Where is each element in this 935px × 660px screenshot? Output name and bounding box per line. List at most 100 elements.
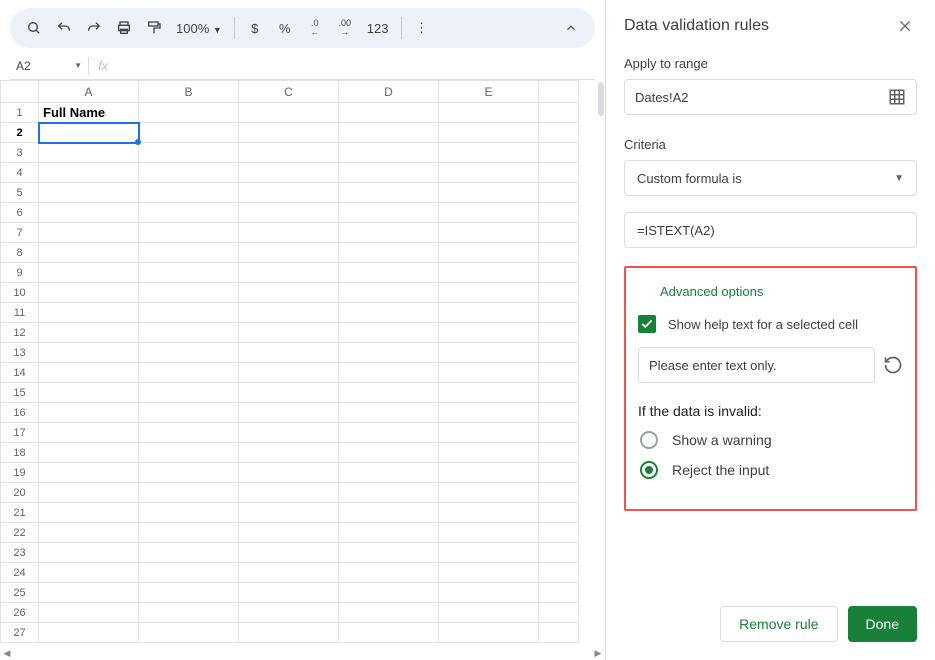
row-header[interactable]: 19 bbox=[1, 463, 39, 483]
cell[interactable] bbox=[439, 583, 539, 603]
cell[interactable] bbox=[439, 263, 539, 283]
cell[interactable] bbox=[539, 503, 579, 523]
row-header[interactable]: 2 bbox=[1, 123, 39, 143]
cell[interactable] bbox=[339, 343, 439, 363]
cell[interactable] bbox=[439, 523, 539, 543]
cell[interactable] bbox=[239, 103, 339, 123]
more-options-icon[interactable]: ⋮ bbox=[408, 14, 436, 42]
name-box[interactable]: A2 ▼ bbox=[10, 55, 88, 77]
cell[interactable] bbox=[539, 383, 579, 403]
cell[interactable] bbox=[439, 483, 539, 503]
column-header[interactable]: A bbox=[39, 81, 139, 103]
cell[interactable] bbox=[439, 343, 539, 363]
cell[interactable] bbox=[339, 163, 439, 183]
paint-format-icon[interactable] bbox=[140, 14, 168, 42]
cell[interactable] bbox=[239, 123, 339, 143]
cell[interactable] bbox=[539, 363, 579, 383]
cell[interactable] bbox=[539, 343, 579, 363]
cell[interactable] bbox=[139, 383, 239, 403]
cell[interactable] bbox=[339, 283, 439, 303]
cell[interactable] bbox=[139, 563, 239, 583]
cell[interactable] bbox=[39, 383, 139, 403]
undo-icon[interactable] bbox=[50, 14, 78, 42]
cell[interactable] bbox=[39, 163, 139, 183]
cell[interactable] bbox=[239, 403, 339, 423]
cell[interactable] bbox=[139, 543, 239, 563]
cell[interactable] bbox=[239, 243, 339, 263]
cell[interactable] bbox=[139, 143, 239, 163]
increase-decimal-button[interactable]: .00→ bbox=[331, 14, 359, 42]
cell[interactable] bbox=[239, 303, 339, 323]
cell[interactable] bbox=[239, 223, 339, 243]
currency-format-button[interactable]: $ bbox=[241, 14, 269, 42]
cell[interactable] bbox=[139, 603, 239, 623]
cell[interactable] bbox=[439, 443, 539, 463]
cell[interactable] bbox=[239, 463, 339, 483]
cell[interactable] bbox=[39, 203, 139, 223]
decrease-decimal-button[interactable]: .0← bbox=[301, 14, 329, 42]
close-icon[interactable] bbox=[893, 14, 917, 38]
cell[interactable] bbox=[239, 523, 339, 543]
range-field[interactable] bbox=[624, 79, 917, 115]
cell[interactable] bbox=[139, 523, 239, 543]
vertical-scrollbar[interactable] bbox=[598, 82, 604, 116]
cell[interactable] bbox=[139, 363, 239, 383]
cell[interactable] bbox=[339, 203, 439, 223]
cell[interactable] bbox=[39, 483, 139, 503]
cell[interactable] bbox=[39, 263, 139, 283]
cell[interactable] bbox=[139, 223, 239, 243]
cell[interactable] bbox=[339, 603, 439, 623]
cell[interactable] bbox=[339, 483, 439, 503]
help-text-checkbox[interactable] bbox=[638, 315, 656, 333]
cell[interactable] bbox=[339, 303, 439, 323]
cell[interactable] bbox=[239, 583, 339, 603]
cell[interactable] bbox=[39, 403, 139, 423]
cell[interactable] bbox=[339, 423, 439, 443]
cell[interactable] bbox=[439, 463, 539, 483]
cell[interactable] bbox=[539, 603, 579, 623]
help-text-input[interactable] bbox=[649, 358, 864, 373]
cell[interactable] bbox=[139, 103, 239, 123]
cell[interactable] bbox=[239, 543, 339, 563]
cell[interactable] bbox=[339, 563, 439, 583]
row-header[interactable]: 5 bbox=[1, 183, 39, 203]
cell[interactable] bbox=[439, 303, 539, 323]
cell[interactable] bbox=[239, 383, 339, 403]
cell[interactable] bbox=[39, 423, 139, 443]
cell[interactable] bbox=[139, 443, 239, 463]
cell[interactable] bbox=[439, 403, 539, 423]
cell[interactable] bbox=[239, 423, 339, 443]
cell[interactable] bbox=[39, 243, 139, 263]
cell[interactable] bbox=[339, 243, 439, 263]
criteria-select[interactable]: Custom formula is ▼ bbox=[624, 160, 917, 196]
cell[interactable] bbox=[139, 123, 239, 143]
cell[interactable] bbox=[439, 503, 539, 523]
row-header[interactable]: 11 bbox=[1, 303, 39, 323]
more-formats-button[interactable]: 123 bbox=[361, 21, 395, 36]
cell[interactable] bbox=[239, 563, 339, 583]
cell[interactable] bbox=[139, 243, 239, 263]
cell[interactable] bbox=[439, 363, 539, 383]
cell[interactable] bbox=[439, 123, 539, 143]
row-header[interactable]: 17 bbox=[1, 423, 39, 443]
cell[interactable] bbox=[239, 163, 339, 183]
cell[interactable] bbox=[139, 183, 239, 203]
cell[interactable] bbox=[539, 123, 579, 143]
cell[interactable] bbox=[439, 163, 539, 183]
column-header[interactable]: B bbox=[139, 81, 239, 103]
cell[interactable] bbox=[239, 603, 339, 623]
cell[interactable] bbox=[239, 323, 339, 343]
cell[interactable] bbox=[139, 623, 239, 643]
cell[interactable] bbox=[39, 563, 139, 583]
row-header[interactable]: 16 bbox=[1, 403, 39, 423]
cell[interactable] bbox=[539, 443, 579, 463]
row-header[interactable]: 24 bbox=[1, 563, 39, 583]
cell[interactable] bbox=[339, 383, 439, 403]
cell[interactable] bbox=[539, 563, 579, 583]
cell[interactable] bbox=[339, 463, 439, 483]
redo-icon[interactable] bbox=[80, 14, 108, 42]
row-header[interactable]: 9 bbox=[1, 263, 39, 283]
cell[interactable] bbox=[539, 423, 579, 443]
cell[interactable] bbox=[39, 443, 139, 463]
row-header[interactable]: 25 bbox=[1, 583, 39, 603]
